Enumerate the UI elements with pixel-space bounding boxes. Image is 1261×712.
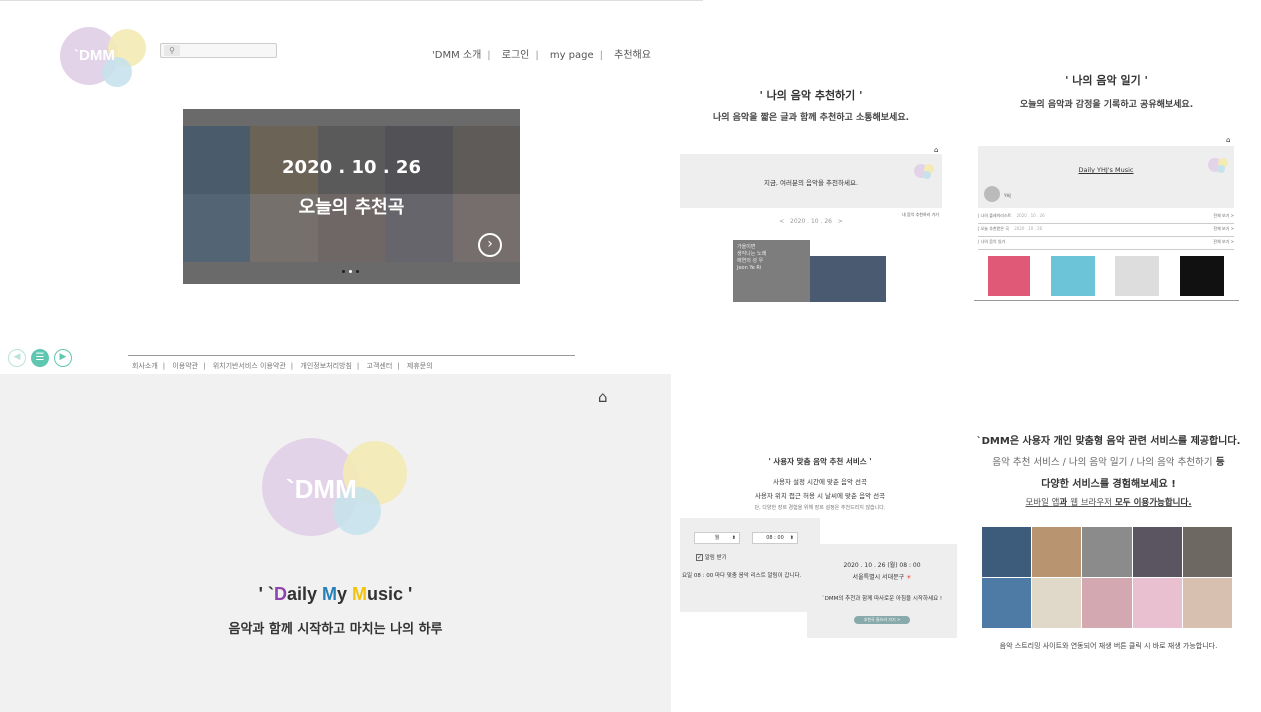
about-section: `DMM은 사용자 개인 맞춤형 음악 관련 서비스를 제공합니다. 음악 추천… (966, 428, 1251, 658)
footer-link-partnership[interactable]: 제휴문의 (407, 362, 433, 370)
nav-login[interactable]: 로그인 (502, 50, 530, 61)
list-item[interactable]: | 오늘 추천받은 곡 2020 . 10 . 26 전체 보기 > (978, 226, 1234, 237)
footer-link-terms[interactable]: 이용약관 (172, 362, 198, 370)
footer-link-privacy[interactable]: 개인정보처리방침 (300, 362, 352, 370)
header-logo[interactable]: `DMM (60, 25, 150, 87)
home-icon[interactable]: ⌂ (934, 146, 938, 154)
album-thumb[interactable] (1082, 578, 1132, 628)
hero-banner[interactable]: 2020 . 10 . 26 오늘의 추천곡 › (183, 109, 520, 284)
notify-checkbox[interactable]: ✓ 알림 받기 (696, 553, 727, 561)
main-page-panel: `DMM ⚲ 'DMM 소개 | 로그인 | my page | 추천해요 2020 … (0, 0, 703, 372)
home-icon[interactable]: ⌂ (598, 388, 608, 406)
diary-header: Daily YHJ's Music (1078, 166, 1134, 174)
service-section: ' 사용자 맞춤 음악 추천 서비스 ' 사용자 설정 시간에 맞춘 음악 선곡… (680, 448, 960, 648)
about-caption: 음악 스트리밍 사이트와 연동되어 재생 버튼 클릭 시 바로 재생 가능합니다… (999, 642, 1218, 650)
recommend-desc: 나의 음악을 짧은 글과 함께 추천하고 소통해보세요. (712, 113, 910, 123)
top-nav: 'DMM 소개 | 로그인 | my page | 추천해요 (432, 50, 651, 61)
about-line3: 다양한 서비스를 경험해보세요 ! (1041, 479, 1176, 490)
footer-link-support[interactable]: 고객센터 (367, 362, 393, 370)
play-icon[interactable]: ▶ (54, 349, 72, 367)
nav-mypage[interactable]: my page (550, 50, 594, 61)
avatar (984, 186, 1000, 202)
prev-icon[interactable]: ◀ (8, 349, 26, 367)
notification-card: 2020 . 10 . 26 (월) 08 : 00 서울특별시 서대문구 ☀ … (807, 544, 957, 638)
album-thumb[interactable] (1182, 527, 1232, 577)
diary-album-3[interactable] (1115, 256, 1159, 296)
hero-pagination[interactable] (342, 270, 362, 274)
recommend-banner: 지금, 여러분의 음악을 추천하세요. (680, 154, 942, 208)
recommend-title: ' 나의 음악 추천하기 ' (759, 89, 863, 102)
about-line4: 모바일 앱과 웹 브라우저 모두 이용가능합니다. (1025, 498, 1192, 508)
search-icon[interactable]: ⚲ (164, 45, 180, 56)
recommend-date-nav[interactable]: < 2020 . 10 . 26 > (680, 218, 942, 225)
album-thumb[interactable] (982, 527, 1032, 577)
album-thumb[interactable] (1032, 527, 1082, 577)
nav-recommend[interactable]: 추천해요 (614, 50, 651, 61)
list-item[interactable]: | 나의 플레이리스트 2020 . 10 . 26 전체 보기 > (978, 213, 1234, 224)
diary-list: | 나의 플레이리스트 2020 . 10 . 26 전체 보기 > | 오늘 추… (978, 213, 1234, 250)
diary-albums (974, 254, 1239, 301)
footer-link-location-terms[interactable]: 위치기반서비스 이용약관 (213, 362, 286, 370)
diary-album-1[interactable] (988, 256, 1030, 296)
list-item[interactable]: | 나의 음악 일기 전체 보기 > (978, 239, 1234, 250)
album-thumb[interactable] (1132, 578, 1182, 628)
home-icon[interactable]: ⌂ (1226, 136, 1230, 144)
sun-icon: ☀ (906, 574, 912, 581)
time-select[interactable]: 08 : 00 ⬍ (752, 532, 798, 544)
recommend-preview: ⌂ 지금, 여러분의 음악을 추천하세요. 내 음악 추천하러 가기 < 202… (680, 146, 942, 308)
nav-about[interactable]: 'DMM 소개 (432, 50, 481, 61)
diary-album-2[interactable] (1051, 256, 1095, 296)
album-thumb[interactable] (1182, 578, 1232, 628)
recommend-section: ' 나의 음악 추천하기 ' 나의 음악을 짧은 글과 함께 추천하고 소통해보… (680, 0, 942, 310)
service-title: ' 사용자 맞춤 음악 추천 서비스 ' (768, 457, 872, 466)
hero-next-button[interactable]: › (478, 233, 502, 257)
footer-link-company[interactable]: 회사소개 (132, 362, 158, 370)
menu-icon[interactable]: ☰ (31, 349, 49, 367)
slide-controls: ◀ ☰ ▶ (8, 349, 74, 367)
service-settings: 월 ⬍ 08 : 00 ⬍ ✓ 알림 받기 요일 08 : 00 마다 맞춤 음… (680, 518, 820, 612)
about-line1: `DMM은 사용자 개인 맞춤형 음악 관련 서비스를 제공합니다. (976, 436, 1241, 447)
recommend-album-1[interactable]: 가을이면 생각나는 노래 애연의 성 우 Jeon Ye Ri (733, 240, 810, 302)
splash-logo-text: `DMM (286, 474, 357, 504)
splash-subtitle: 음악과 함께 시작하고 마치는 나의 하루 (228, 622, 443, 637)
about-album-grid (982, 527, 1232, 628)
diary-album-4[interactable] (1180, 256, 1224, 296)
search-bar[interactable]: ⚲ (160, 43, 277, 58)
album-thumb[interactable] (1082, 527, 1132, 577)
listen-button[interactable]: 추천곡 들으러 가기 > (854, 616, 910, 624)
diary-preview: ⌂ Daily YHJ's Music YHJ | 나의 플레이리스트 2020… (974, 136, 1239, 302)
diary-section: ' 나의 음악 일기 ' 오늘의 음악과 감정을 기록하고 공유해보세요. ⌂ … (974, 0, 1239, 310)
splash-tagline: ' `Daily My Music ' (258, 584, 413, 604)
hero-title: 오늘의 추천곡 (298, 197, 405, 218)
album-thumb[interactable] (1132, 527, 1182, 577)
diary-title: ' 나의 음악 일기 ' (1065, 74, 1148, 87)
splash-logo: `DMM (262, 436, 412, 536)
recommend-album-2[interactable] (810, 256, 886, 302)
splash-panel: ⌂ `DMM ' `Daily My Music ' 음악과 함께 시작하고 마… (0, 374, 671, 712)
album-thumb[interactable] (1032, 578, 1082, 628)
album-thumb[interactable] (982, 578, 1032, 628)
about-line2: 음악 추천 서비스 / 나의 음악 일기 / 나의 음악 추천하기 등 (992, 457, 1225, 468)
diary-desc: 오늘의 음악과 감정을 기록하고 공유해보세요. (1019, 100, 1194, 110)
day-select[interactable]: 월 ⬍ (694, 532, 740, 544)
footer: 회사소개 | 이용약관 | 위치기반서비스 이용약관 | 개인정보처리방침 | 고객센터… (128, 355, 575, 371)
header-logo-text: `DMM (74, 47, 115, 64)
hero-date: 2020 . 10 . 26 (282, 157, 421, 178)
